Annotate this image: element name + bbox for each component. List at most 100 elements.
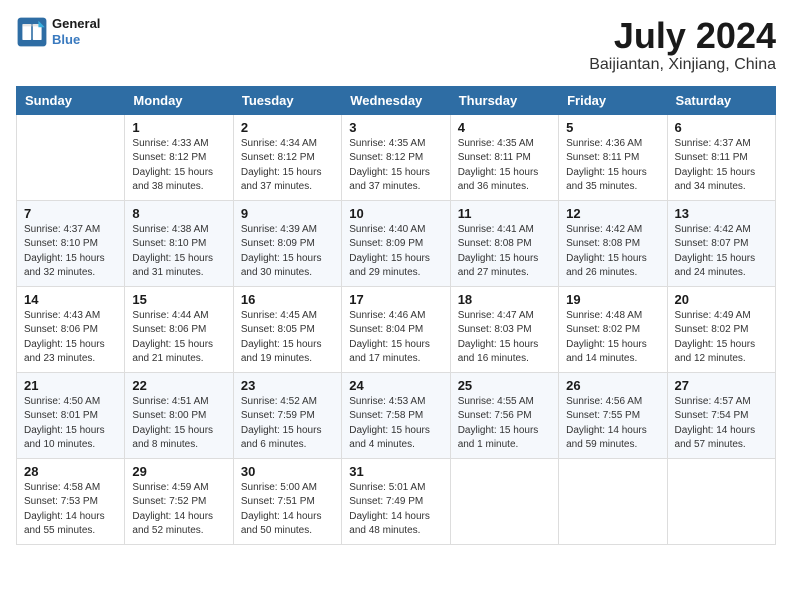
weekday-header-tuesday: Tuesday bbox=[233, 86, 341, 114]
calendar-cell: 20 Sunrise: 4:49 AM Sunset: 8:02 PM Dayli… bbox=[667, 286, 775, 372]
logo-text: General Blue bbox=[52, 16, 100, 47]
day-number: 16 bbox=[241, 292, 334, 307]
logo: General Blue bbox=[16, 16, 100, 48]
day-number: 26 bbox=[566, 378, 659, 393]
calendar-week-2: 14Sunrise: 4:43 AM Sunset: 8:06 PM Dayli… bbox=[17, 286, 776, 372]
day-detail: Sunrise: 5:00 AM Sunset: 7:51 PM Dayligh… bbox=[241, 481, 334, 539]
day-number: 19 bbox=[566, 292, 659, 307]
calendar-table: SundayMondayTuesdayWednesdayThursdayFrid… bbox=[16, 86, 776, 545]
day-detail: Sunrise: 4:42 AM Sunset: 8:07 PM Dayligh… bbox=[675, 223, 768, 281]
day-detail: Sunrise: 4:49 AM Sunset: 8:02 PM Dayligh… bbox=[675, 309, 768, 367]
calendar-cell: 11 Sunrise: 4:41 AM Sunset: 8:08 PM Dayli… bbox=[450, 200, 558, 286]
day-number: 10 bbox=[349, 206, 442, 221]
day-detail: Sunrise: 4:35 AM Sunset: 8:12 PM Dayligh… bbox=[349, 137, 442, 195]
day-detail: Sunrise: 4:53 AM Sunset: 7:58 PM Dayligh… bbox=[349, 395, 442, 453]
day-number: 29 bbox=[132, 464, 225, 479]
day-detail: Sunrise: 4:56 AM Sunset: 7:55 PM Dayligh… bbox=[566, 395, 659, 453]
day-detail: Sunrise: 4:55 AM Sunset: 7:56 PM Dayligh… bbox=[458, 395, 551, 453]
day-detail: Sunrise: 4:37 AM Sunset: 8:10 PM Dayligh… bbox=[24, 223, 117, 281]
day-number: 13 bbox=[675, 206, 768, 221]
calendar-cell: 1 Sunrise: 4:33 AM Sunset: 8:12 PM Daylig… bbox=[125, 114, 233, 200]
logo-line1: General bbox=[52, 16, 100, 32]
day-detail: Sunrise: 4:59 AM Sunset: 7:52 PM Dayligh… bbox=[132, 481, 225, 539]
calendar-cell: 14Sunrise: 4:43 AM Sunset: 8:06 PM Dayli… bbox=[17, 286, 125, 372]
day-number: 25 bbox=[458, 378, 551, 393]
day-detail: Sunrise: 4:46 AM Sunset: 8:04 PM Dayligh… bbox=[349, 309, 442, 367]
calendar-cell: 8 Sunrise: 4:38 AM Sunset: 8:10 PM Daylig… bbox=[125, 200, 233, 286]
day-number: 12 bbox=[566, 206, 659, 221]
day-number: 3 bbox=[349, 120, 442, 135]
calendar-cell: 31 Sunrise: 5:01 AM Sunset: 7:49 PM Dayli… bbox=[342, 458, 450, 544]
calendar-cell: 16 Sunrise: 4:45 AM Sunset: 8:05 PM Dayli… bbox=[233, 286, 341, 372]
day-detail: Sunrise: 4:48 AM Sunset: 8:02 PM Dayligh… bbox=[566, 309, 659, 367]
day-number: 28 bbox=[24, 464, 117, 479]
day-detail: Sunrise: 4:33 AM Sunset: 8:12 PM Dayligh… bbox=[132, 137, 225, 195]
day-number: 4 bbox=[458, 120, 551, 135]
calendar-cell: 18 Sunrise: 4:47 AM Sunset: 8:03 PM Dayli… bbox=[450, 286, 558, 372]
day-detail: Sunrise: 4:39 AM Sunset: 8:09 PM Dayligh… bbox=[241, 223, 334, 281]
day-detail: Sunrise: 4:38 AM Sunset: 8:10 PM Dayligh… bbox=[132, 223, 225, 281]
calendar-cell: 7 Sunrise: 4:37 AM Sunset: 8:10 PM Daylig… bbox=[17, 200, 125, 286]
day-number: 24 bbox=[349, 378, 442, 393]
day-detail: Sunrise: 4:52 AM Sunset: 7:59 PM Dayligh… bbox=[241, 395, 334, 453]
day-detail: Sunrise: 4:40 AM Sunset: 8:09 PM Dayligh… bbox=[349, 223, 442, 281]
calendar-cell: 3 Sunrise: 4:35 AM Sunset: 8:12 PM Daylig… bbox=[342, 114, 450, 200]
day-number: 9 bbox=[241, 206, 334, 221]
day-detail: Sunrise: 4:47 AM Sunset: 8:03 PM Dayligh… bbox=[458, 309, 551, 367]
day-detail: Sunrise: 4:44 AM Sunset: 8:06 PM Dayligh… bbox=[132, 309, 225, 367]
day-number: 27 bbox=[675, 378, 768, 393]
logo-icon bbox=[16, 16, 48, 48]
calendar-week-0: 1 Sunrise: 4:33 AM Sunset: 8:12 PM Daylig… bbox=[17, 114, 776, 200]
day-detail: Sunrise: 4:41 AM Sunset: 8:08 PM Dayligh… bbox=[458, 223, 551, 281]
day-detail: Sunrise: 5:01 AM Sunset: 7:49 PM Dayligh… bbox=[349, 481, 442, 539]
calendar-cell: 10 Sunrise: 4:40 AM Sunset: 8:09 PM Dayli… bbox=[342, 200, 450, 286]
weekday-header-sunday: Sunday bbox=[17, 86, 125, 114]
location-title: Baijiantan, Xinjiang, China bbox=[589, 56, 776, 74]
month-title: July 2024 bbox=[589, 16, 776, 56]
day-number: 31 bbox=[349, 464, 442, 479]
day-number: 11 bbox=[458, 206, 551, 221]
calendar-cell: 9 Sunrise: 4:39 AM Sunset: 8:09 PM Daylig… bbox=[233, 200, 341, 286]
weekday-header-saturday: Saturday bbox=[667, 86, 775, 114]
calendar-cell bbox=[559, 458, 667, 544]
day-number: 30 bbox=[241, 464, 334, 479]
calendar-cell bbox=[450, 458, 558, 544]
day-detail: Sunrise: 4:57 AM Sunset: 7:54 PM Dayligh… bbox=[675, 395, 768, 453]
day-number: 7 bbox=[24, 206, 117, 221]
day-detail: Sunrise: 4:45 AM Sunset: 8:05 PM Dayligh… bbox=[241, 309, 334, 367]
day-detail: Sunrise: 4:50 AM Sunset: 8:01 PM Dayligh… bbox=[24, 395, 117, 453]
calendar-cell: 24 Sunrise: 4:53 AM Sunset: 7:58 PM Dayli… bbox=[342, 372, 450, 458]
day-number: 8 bbox=[132, 206, 225, 221]
calendar-cell: 12 Sunrise: 4:42 AM Sunset: 8:08 PM Dayli… bbox=[559, 200, 667, 286]
day-detail: Sunrise: 4:35 AM Sunset: 8:11 PM Dayligh… bbox=[458, 137, 551, 195]
weekday-header-monday: Monday bbox=[125, 86, 233, 114]
day-number: 18 bbox=[458, 292, 551, 307]
day-number: 2 bbox=[241, 120, 334, 135]
day-number: 21 bbox=[24, 378, 117, 393]
calendar-cell: 2Sunrise: 4:34 AM Sunset: 8:12 PM Daylig… bbox=[233, 114, 341, 200]
calendar-cell: 22Sunrise: 4:51 AM Sunset: 8:00 PM Dayli… bbox=[125, 372, 233, 458]
calendar-cell: 17 Sunrise: 4:46 AM Sunset: 8:04 PM Dayli… bbox=[342, 286, 450, 372]
calendar-cell: 28Sunrise: 4:58 AM Sunset: 7:53 PM Dayli… bbox=[17, 458, 125, 544]
weekday-header-friday: Friday bbox=[559, 86, 667, 114]
calendar-cell: 25 Sunrise: 4:55 AM Sunset: 7:56 PM Dayli… bbox=[450, 372, 558, 458]
calendar-cell: 21 Sunrise: 4:50 AM Sunset: 8:01 PM Dayli… bbox=[17, 372, 125, 458]
day-number: 20 bbox=[675, 292, 768, 307]
day-detail: Sunrise: 4:36 AM Sunset: 8:11 PM Dayligh… bbox=[566, 137, 659, 195]
weekday-header-wednesday: Wednesday bbox=[342, 86, 450, 114]
day-number: 17 bbox=[349, 292, 442, 307]
weekday-header-row: SundayMondayTuesdayWednesdayThursdayFrid… bbox=[17, 86, 776, 114]
calendar-cell: 26 Sunrise: 4:56 AM Sunset: 7:55 PM Dayli… bbox=[559, 372, 667, 458]
calendar-cell: 29 Sunrise: 4:59 AM Sunset: 7:52 PM Dayli… bbox=[125, 458, 233, 544]
day-number: 5 bbox=[566, 120, 659, 135]
day-number: 1 bbox=[132, 120, 225, 135]
calendar-cell: 15Sunrise: 4:44 AM Sunset: 8:06 PM Dayli… bbox=[125, 286, 233, 372]
calendar-cell bbox=[667, 458, 775, 544]
calendar-cell: 19 Sunrise: 4:48 AM Sunset: 8:02 PM Dayli… bbox=[559, 286, 667, 372]
day-detail: Sunrise: 4:42 AM Sunset: 8:08 PM Dayligh… bbox=[566, 223, 659, 281]
header: General Blue July 2024 Baijiantan, Xinji… bbox=[16, 16, 776, 74]
weekday-header-thursday: Thursday bbox=[450, 86, 558, 114]
calendar-week-3: 21 Sunrise: 4:50 AM Sunset: 8:01 PM Dayli… bbox=[17, 372, 776, 458]
day-number: 14 bbox=[24, 292, 117, 307]
calendar-cell: 13 Sunrise: 4:42 AM Sunset: 8:07 PM Dayli… bbox=[667, 200, 775, 286]
